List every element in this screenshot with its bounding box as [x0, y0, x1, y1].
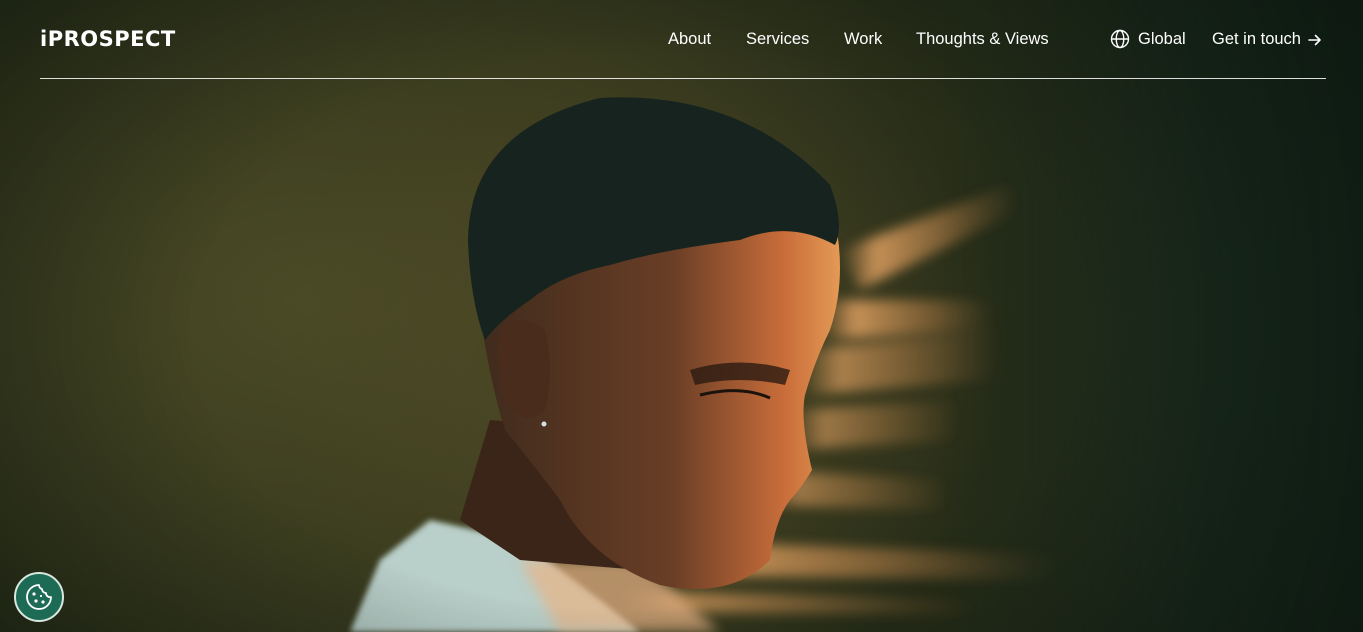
get-in-touch-label: Get in touch [1212, 30, 1301, 48]
nav-item-thoughts-views[interactable]: Thoughts & Views [916, 30, 1049, 49]
site-header: iPROSPECT About Services Work Thoughts &… [40, 0, 1326, 79]
nav-item-work[interactable]: Work [844, 30, 882, 49]
region-label: Global [1138, 30, 1186, 48]
vignette [0, 0, 1363, 632]
cookie-settings-button[interactable] [14, 572, 64, 622]
hero-section [0, 0, 1363, 632]
globe-icon [1110, 29, 1130, 48]
region-selector[interactable]: Global [1110, 29, 1186, 49]
main-nav: About Services Work Thoughts & Views Glo… [40, 29, 1326, 50]
get-in-touch-link[interactable]: Get in touch [1212, 30, 1323, 49]
cookie-icon [26, 584, 52, 610]
arrow-right-icon [1308, 34, 1321, 45]
nav-item-services[interactable]: Services [746, 30, 809, 49]
nav-item-about[interactable]: About [668, 30, 711, 49]
